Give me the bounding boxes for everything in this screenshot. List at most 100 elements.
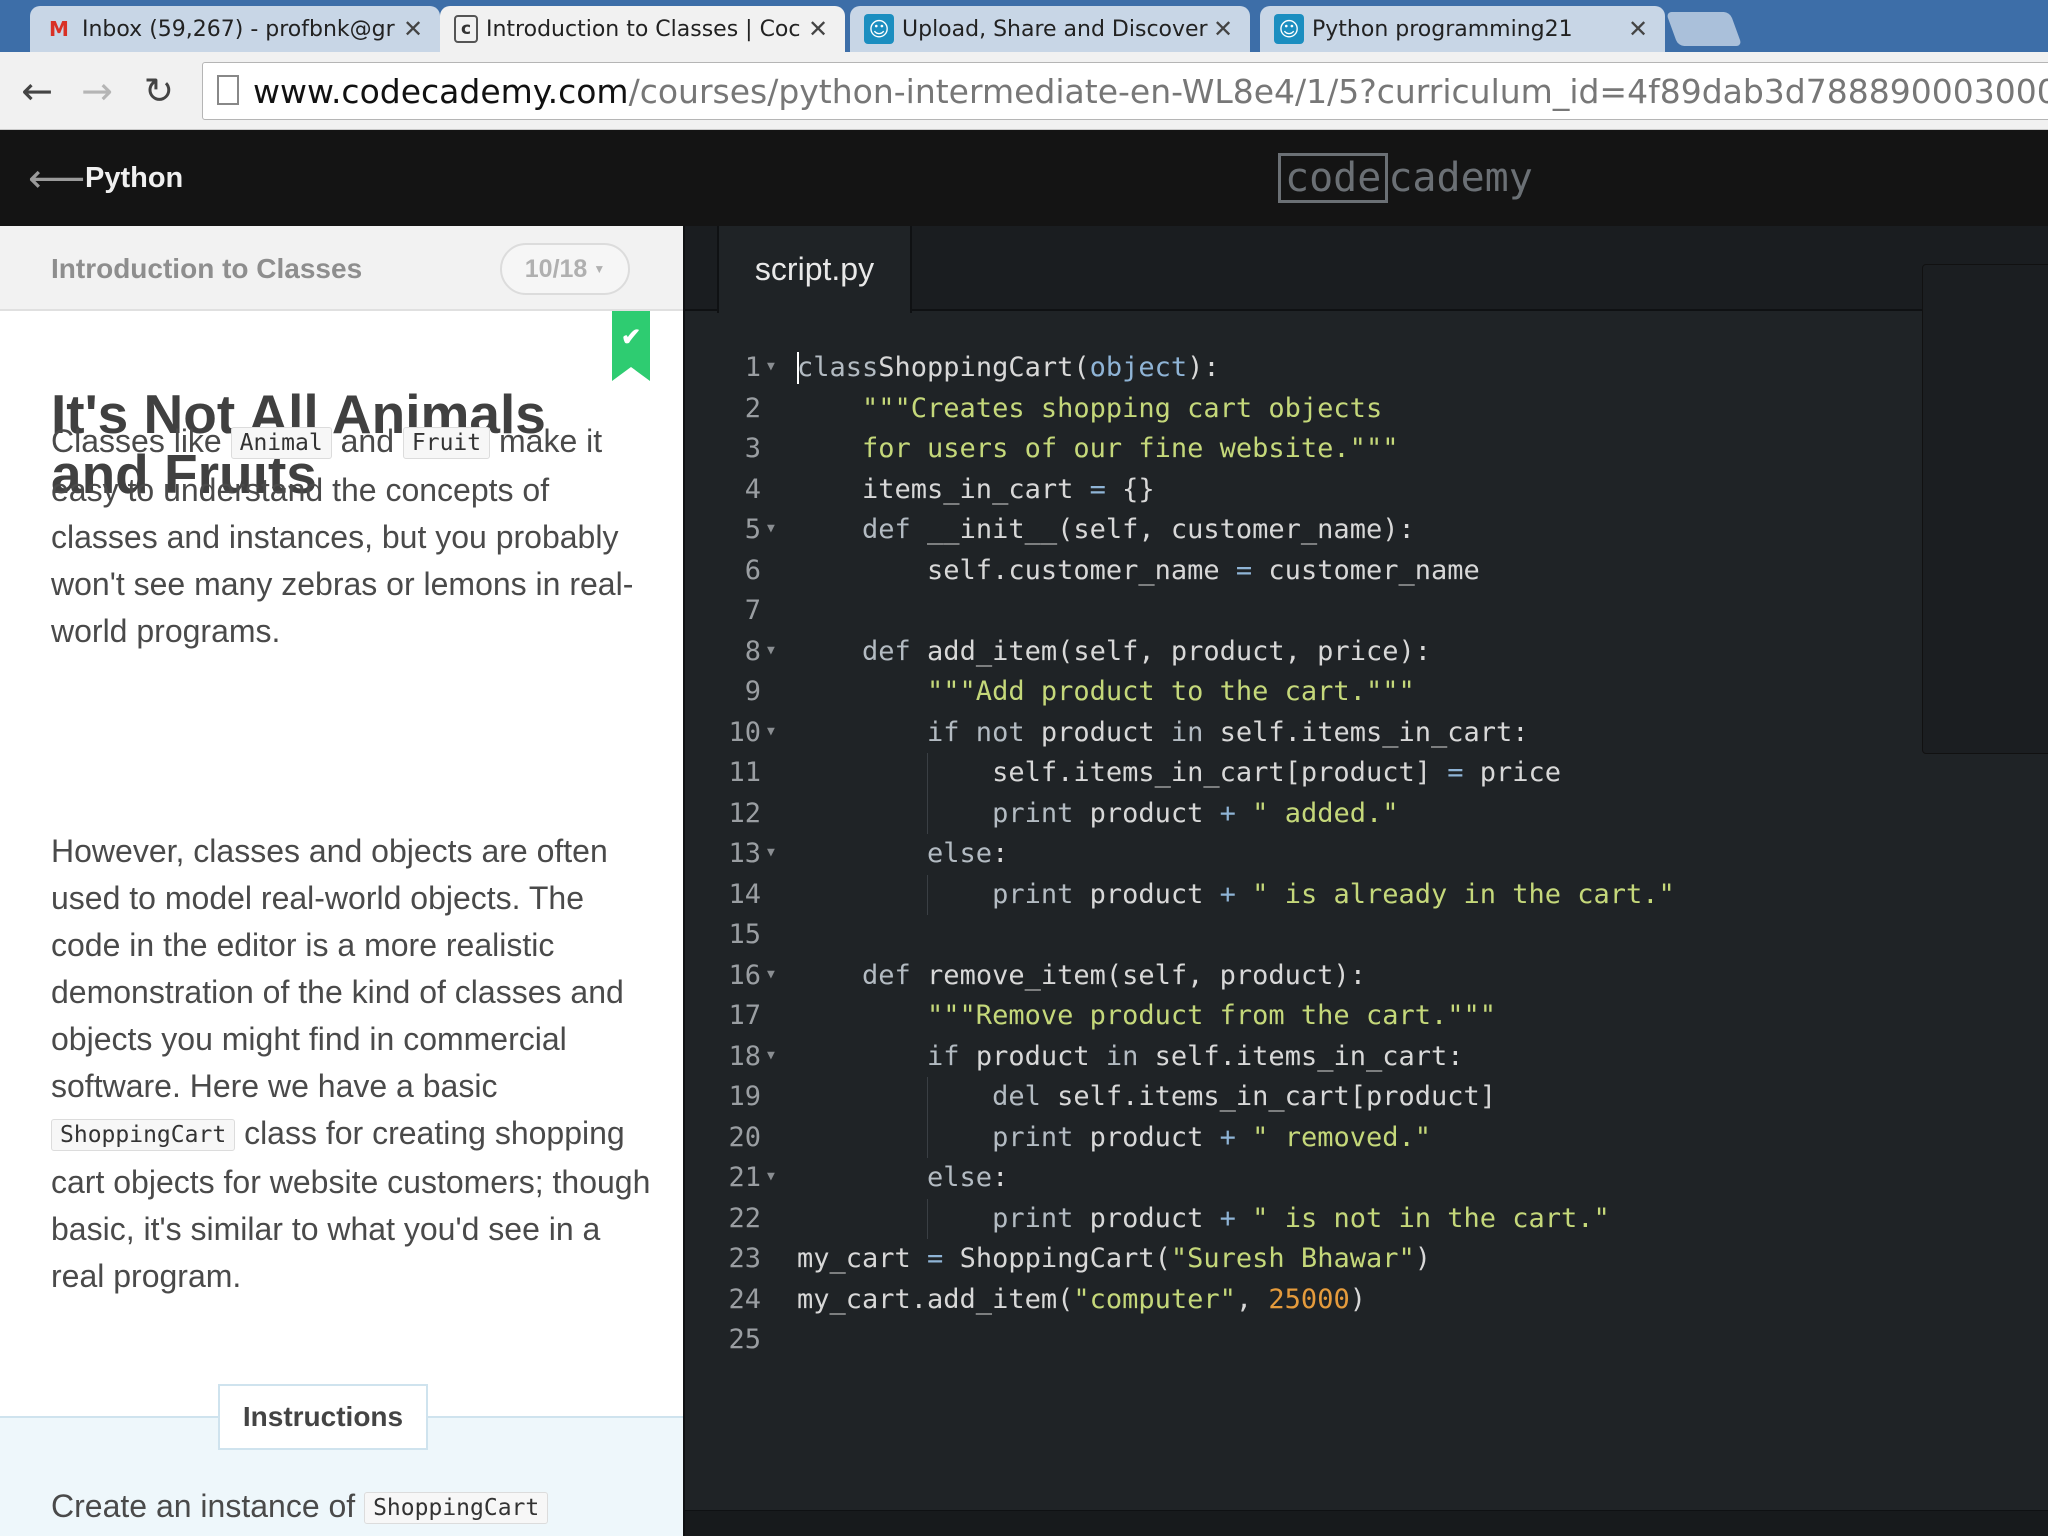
line-number: 11 [728, 757, 761, 788]
code-line[interactable]: 2 """Creates shopping cart objects [685, 389, 2048, 430]
browser-tab-codecademy[interactable]: c Introduction to Classes | Coc ✕ [440, 6, 845, 52]
line-number: 6 [744, 554, 761, 586]
code-line[interactable]: 8 ▼ def add_item(self, product, price): [685, 632, 2048, 673]
code-text: classShoppingCart(object): [797, 352, 1220, 383]
code-line[interactable]: 23 my_cart = ShoppingCart("Suresh Bhawar"… [685, 1239, 2048, 1280]
line-number: 20 [728, 1121, 761, 1153]
code-line[interactable]: 16 ▼ def remove_item(self, product): [685, 956, 2048, 997]
codecademy-logo[interactable]: code cademy [1278, 152, 1533, 204]
gmail-icon: M [49, 17, 69, 41]
line-number: 18 [728, 1040, 761, 1072]
code-text: def __init__(self, customer_name): [797, 514, 1415, 545]
line-number: 13 [728, 838, 761, 869]
browser-tab-slideshare-python[interactable]: ☺ Python programming21 ✕ [1260, 6, 1665, 52]
code-line[interactable]: 5 ▼ def __init__(self, customer_name): [685, 510, 2048, 551]
code-line[interactable]: 14 print product + " is already in the c… [685, 874, 2048, 915]
line-number: 19 [728, 1081, 761, 1112]
code-line[interactable]: 18 ▼ if product in self.items_in_cart: [685, 1037, 2048, 1078]
line-number: 22 [728, 1202, 761, 1234]
inline-code: ShoppingCart [364, 1492, 549, 1524]
code-line[interactable]: 10 ▼ if not product in self.items_in_cart… [685, 713, 2048, 754]
code-text: self.customer_name = customer_name [797, 554, 1480, 586]
address-bar[interactable]: www.codecademy.com/courses/python-interm… [202, 62, 2048, 120]
course-title[interactable]: Python [85, 162, 183, 195]
instructions-tab[interactable]: Instructions [218, 1384, 428, 1450]
caret-down-icon: ▼ [593, 262, 606, 276]
code-text: print product + " is already in the cart… [797, 878, 1675, 910]
inline-code: ShoppingCart [51, 1119, 236, 1151]
fold-arrow-icon[interactable]: ▼ [767, 713, 775, 751]
reload-icon[interactable]: ↻ [136, 68, 182, 114]
code-line[interactable]: 9 """Add product to the cart.""" [685, 672, 2048, 713]
logo-cademy: cademy [1388, 155, 1533, 201]
browser-tab-slideshare-upload[interactable]: ☺ Upload, Share and Discover I ✕ [850, 6, 1250, 52]
code-line[interactable]: 21 ▼ else: [685, 1158, 2048, 1199]
fold-arrow-icon[interactable]: ▼ [767, 834, 775, 872]
browser-tab-gmail[interactable]: M Inbox (59,267) - profbnk@gr ✕ [30, 6, 440, 52]
close-icon[interactable]: ✕ [805, 15, 831, 43]
line-number: 3 [744, 433, 761, 464]
line-number: 12 [728, 797, 761, 829]
lesson-progress-dropdown[interactable]: 10/18 ▼ [500, 243, 630, 295]
code-line[interactable]: 6 self.customer_name = customer_name [685, 551, 2048, 592]
instructions-text: Create an instance of ShoppingCart [51, 1488, 549, 1525]
code-line[interactable]: 12 print product + " added." [685, 793, 2048, 834]
line-number: 15 [728, 919, 761, 950]
code-line[interactable]: 19 del self.items_in_cart[product] [685, 1077, 2048, 1118]
text-cursor [797, 352, 799, 384]
fold-arrow-icon[interactable]: ▼ [767, 510, 775, 548]
line-number: 17 [728, 1000, 761, 1031]
code-text: print product + " removed." [797, 1121, 1431, 1153]
fold-arrow-icon[interactable]: ▼ [767, 1037, 775, 1075]
tab-label: Introduction to Classes | Coc [486, 16, 801, 42]
progress-text: 10/18 [524, 254, 588, 283]
text: However, classes and objects are often u… [51, 833, 624, 1104]
code-text: if not product in self.items_in_cart: [797, 716, 1529, 748]
close-icon[interactable]: ✕ [1210, 15, 1236, 43]
close-icon[interactable]: ✕ [1625, 15, 1651, 43]
fold-arrow-icon[interactable]: ▼ [767, 348, 775, 386]
code-text: for users of our fine website.""" [797, 433, 1399, 464]
code-line[interactable]: 15 [685, 915, 2048, 956]
new-tab-button[interactable] [1665, 12, 1743, 46]
code-text: print product + " added." [797, 797, 1399, 829]
back-arrow-icon[interactable]: ⟵ [28, 156, 85, 202]
inline-code: Animal [230, 427, 332, 459]
code-text: """Remove product from the cart.""" [797, 1000, 1496, 1031]
code-line[interactable]: 3 for users of our fine website.""" [685, 429, 2048, 470]
line-number: 9 [744, 676, 761, 707]
lesson-paragraph-2: However, classes and objects are often u… [51, 828, 651, 1300]
back-icon[interactable]: ← [14, 68, 60, 114]
code-text: items_in_cart = {} [797, 473, 1155, 505]
forward-icon[interactable]: → [74, 68, 120, 114]
code-line[interactable]: 7 [685, 591, 2048, 632]
fold-arrow-icon[interactable]: ▼ [767, 632, 775, 670]
code-line[interactable]: 11 self.items_in_cart[product] = price [685, 753, 2048, 794]
line-number: 25 [728, 1324, 761, 1355]
code-line[interactable]: 17 """Remove product from the cart.""" [685, 996, 2048, 1037]
code-line[interactable]: 1 ▼ classShoppingCart(object): [685, 348, 2048, 389]
code-area[interactable]: 1 ▼ classShoppingCart(object): 2 """Creates… [685, 348, 2048, 1361]
code-text: self.items_in_cart[product] = price [797, 757, 1562, 788]
fold-arrow-icon[interactable]: ▼ [767, 956, 775, 994]
fold-arrow-icon[interactable]: ▼ [767, 1158, 775, 1196]
file-tab-script-py[interactable]: script.py [717, 226, 912, 313]
code-line[interactable]: 20 print product + " removed." [685, 1117, 2048, 1158]
line-number: 5 [744, 514, 761, 545]
code-text: def remove_item(self, product): [797, 959, 1366, 991]
close-icon[interactable]: ✕ [400, 15, 426, 43]
code-line[interactable]: 22 print product + " is not in the cart.… [685, 1198, 2048, 1239]
code-text: print product + " is not in the cart." [797, 1202, 1610, 1234]
line-number: 21 [728, 1162, 761, 1193]
text: Create an instance of [51, 1488, 365, 1524]
code-line[interactable]: 13 ▼ else: [685, 834, 2048, 875]
codecademy-icon: c [454, 15, 478, 43]
code-editor[interactable]: script.py 1 ▼ classShoppingCart(object): 2 … [683, 226, 2048, 1536]
logo-code: code [1278, 153, 1389, 203]
code-line[interactable]: 25 [685, 1320, 2048, 1361]
text: and [331, 423, 403, 459]
editor-tab-strip: script.py [685, 226, 2048, 313]
code-line[interactable]: 4 items_in_cart = {} [685, 470, 2048, 511]
code-line[interactable]: 24 my_cart.add_item("computer", 25000) [685, 1280, 2048, 1321]
code-text: my_cart = ShoppingCart("Suresh Bhawar") [797, 1243, 1431, 1274]
